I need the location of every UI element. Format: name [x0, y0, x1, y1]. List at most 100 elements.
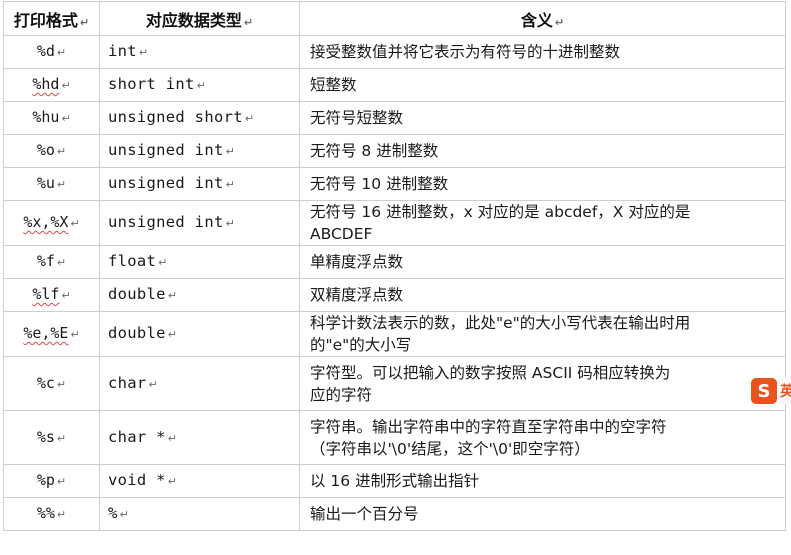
- table-row: %hd ↵ short int ↵ 短整数: [3, 68, 786, 102]
- type-cell: double ↵: [99, 278, 300, 312]
- table-row: %p ↵ void * ↵ 以 16 进制形式输出指针: [3, 464, 786, 498]
- type-text: unsigned int: [108, 141, 224, 159]
- meaning-cell: 无符号短整数: [299, 101, 786, 135]
- type-text: unsigned int: [108, 213, 224, 231]
- format-cell: %u ↵: [3, 167, 100, 201]
- header-row: 打印格式 ↵ 对应数据类型 ↵ 含义 ↵: [3, 1, 786, 36]
- format-cell: %hu ↵: [3, 101, 100, 135]
- format-cell: %% ↵: [3, 497, 100, 531]
- meaning-line: 字符型。可以把输入的数字按照 ASCII 码相应转换为: [310, 363, 671, 382]
- format-text: %e,%E: [23, 324, 69, 342]
- format-text: %d: [36, 42, 55, 60]
- type-cell: char * ↵: [99, 410, 300, 465]
- type-cell: double ↵: [99, 311, 300, 357]
- meaning-line: 应的字符: [310, 385, 373, 404]
- type-text: void *: [108, 471, 166, 489]
- type-cell: short int ↵: [99, 68, 300, 102]
- type-text: double: [108, 324, 166, 342]
- format-text: %u: [36, 174, 55, 192]
- format-text: %c: [36, 373, 55, 392]
- type-text: unsigned short: [108, 108, 243, 126]
- format-text: %p: [36, 471, 55, 489]
- meaning-line: 的"e"的大小写: [310, 336, 412, 354]
- meaning-line: 输出一个百分号: [310, 505, 419, 523]
- type-cell: float ↵: [99, 245, 300, 279]
- meaning-cell: 接受整数值并将它表示为有符号的十进制整数: [299, 35, 786, 69]
- meaning-cell: 无符号 10 进制整数: [299, 167, 786, 201]
- meaning-line: 双精度浮点数: [310, 286, 404, 304]
- table-row: %s ↵ char * ↵ 字符串。输出字符串中的字符直至字符串中的空字符 （字符串以'\…: [3, 410, 786, 465]
- table-row: %lf ↵ double ↵ 双精度浮点数: [3, 278, 786, 312]
- table-row: %c ↵ char ↵ 字符型。可以把输入的数字按照 ASCII 码相应转换为 应的字符: [3, 356, 786, 411]
- table-row: %hu ↵ unsigned short ↵ 无符号短整数: [3, 101, 786, 135]
- printf-format-table: 打印格式 ↵ 对应数据类型 ↵ 含义 ↵ %d ↵ int ↵ 接受整数值并将它表示为有符号的…: [3, 1, 786, 531]
- format-cell: %lf ↵: [3, 278, 100, 312]
- format-text: %s: [36, 427, 55, 446]
- header-meaning: 含义 ↵: [299, 1, 786, 36]
- meaning-cell: 科学计数法表示的数，此处"e"的大小写代表在输出时用 的"e"的大小写: [299, 311, 786, 357]
- header-type: 对应数据类型 ↵: [99, 1, 300, 36]
- table-row: %f ↵ float ↵ 单精度浮点数: [3, 245, 786, 279]
- meaning-line: 无符号短整数: [310, 109, 404, 127]
- type-text: short int: [108, 75, 195, 93]
- type-cell: unsigned short ↵: [99, 101, 300, 135]
- meaning-cell: 输出一个百分号: [299, 497, 786, 531]
- type-cell: unsigned int ↵: [99, 134, 300, 168]
- meaning-line: 无符号 10 进制整数: [310, 175, 449, 193]
- format-cell: %e,%E ↵: [3, 311, 100, 357]
- format-text: %hd: [32, 75, 60, 93]
- type-cell: unsigned int ↵: [99, 200, 300, 246]
- meaning-line: 以 16 进制形式输出指针: [310, 472, 480, 490]
- meaning-cell: 短整数: [299, 68, 786, 102]
- table-row: %% ↵% ↵ 输出一个百分号: [3, 497, 786, 531]
- meaning-cell: 无符号 8 进制整数: [299, 134, 786, 168]
- format-cell: %f ↵: [3, 245, 100, 279]
- format-text: %lf: [32, 285, 60, 303]
- meaning-cell: 字符型。可以把输入的数字按照 ASCII 码相应转换为 应的字符: [299, 356, 786, 411]
- type-text: int: [108, 42, 137, 60]
- table-row: %d ↵ int ↵ 接受整数值并将它表示为有符号的十进制整数: [3, 35, 786, 69]
- type-cell: void * ↵: [99, 464, 300, 498]
- format-text: %f: [36, 252, 55, 270]
- format-text: %o: [36, 141, 55, 159]
- type-cell: % ↵: [99, 497, 300, 531]
- meaning-line: 单精度浮点数: [310, 253, 404, 271]
- meaning-cell: 双精度浮点数: [299, 278, 786, 312]
- format-cell: %d ↵: [3, 35, 100, 69]
- meaning-line: 字符串。输出字符串中的字符直至字符串中的空字符: [310, 417, 667, 436]
- format-cell: %x,%X ↵: [3, 200, 100, 246]
- type-text: char *: [108, 427, 166, 446]
- format-text: %hu: [32, 108, 60, 126]
- type-cell: char ↵: [99, 356, 300, 411]
- meaning-line: （字符串以'\0'结尾，这个'\0'即空字符）: [310, 439, 590, 458]
- type-text: double: [108, 285, 166, 303]
- ime-logo: S: [751, 378, 777, 404]
- ime-mode-label: 英: [777, 378, 791, 404]
- type-text: %: [108, 504, 118, 522]
- type-text: float: [108, 252, 157, 270]
- table-row: %u ↵ unsigned int ↵ 无符号 10 进制整数: [3, 167, 786, 201]
- meaning-cell: 以 16 进制形式输出指针: [299, 464, 786, 498]
- header-format: 打印格式 ↵: [3, 1, 100, 36]
- type-text: char: [108, 373, 147, 392]
- table-row: %e,%E ↵ double ↵ 科学计数法表示的数，此处"e"的大小写代表在输出时用的…: [3, 311, 786, 357]
- meaning-line: ABCDEF: [310, 225, 373, 243]
- format-cell: %o ↵: [3, 134, 100, 168]
- meaning-line: 科学计数法表示的数，此处"e"的大小写代表在输出时用: [310, 314, 691, 332]
- format-cell: %hd ↵: [3, 68, 100, 102]
- meaning-line: 接受整数值并将它表示为有符号的十进制整数: [310, 43, 621, 61]
- format-text: %x,%X: [23, 213, 69, 231]
- format-text: %%: [36, 504, 55, 522]
- meaning-cell: 无符号 16 进制整数，x 对应的是 abcdef，X 对应的是 ABCDEF: [299, 200, 786, 246]
- meaning-cell: 单精度浮点数: [299, 245, 786, 279]
- format-cell: %c ↵: [3, 356, 100, 411]
- meaning-line: 无符号 8 进制整数: [310, 142, 439, 160]
- sogou-ime-icon[interactable]: S 英: [751, 376, 791, 406]
- format-cell: %s ↵: [3, 410, 100, 465]
- meaning-line: 短整数: [310, 76, 357, 94]
- format-cell: %p ↵: [3, 464, 100, 498]
- type-text: unsigned int: [108, 174, 224, 192]
- type-cell: int ↵: [99, 35, 300, 69]
- meaning-cell: 字符串。输出字符串中的字符直至字符串中的空字符 （字符串以'\0'结尾，这个'\0…: [299, 410, 786, 465]
- type-cell: unsigned int ↵: [99, 167, 300, 201]
